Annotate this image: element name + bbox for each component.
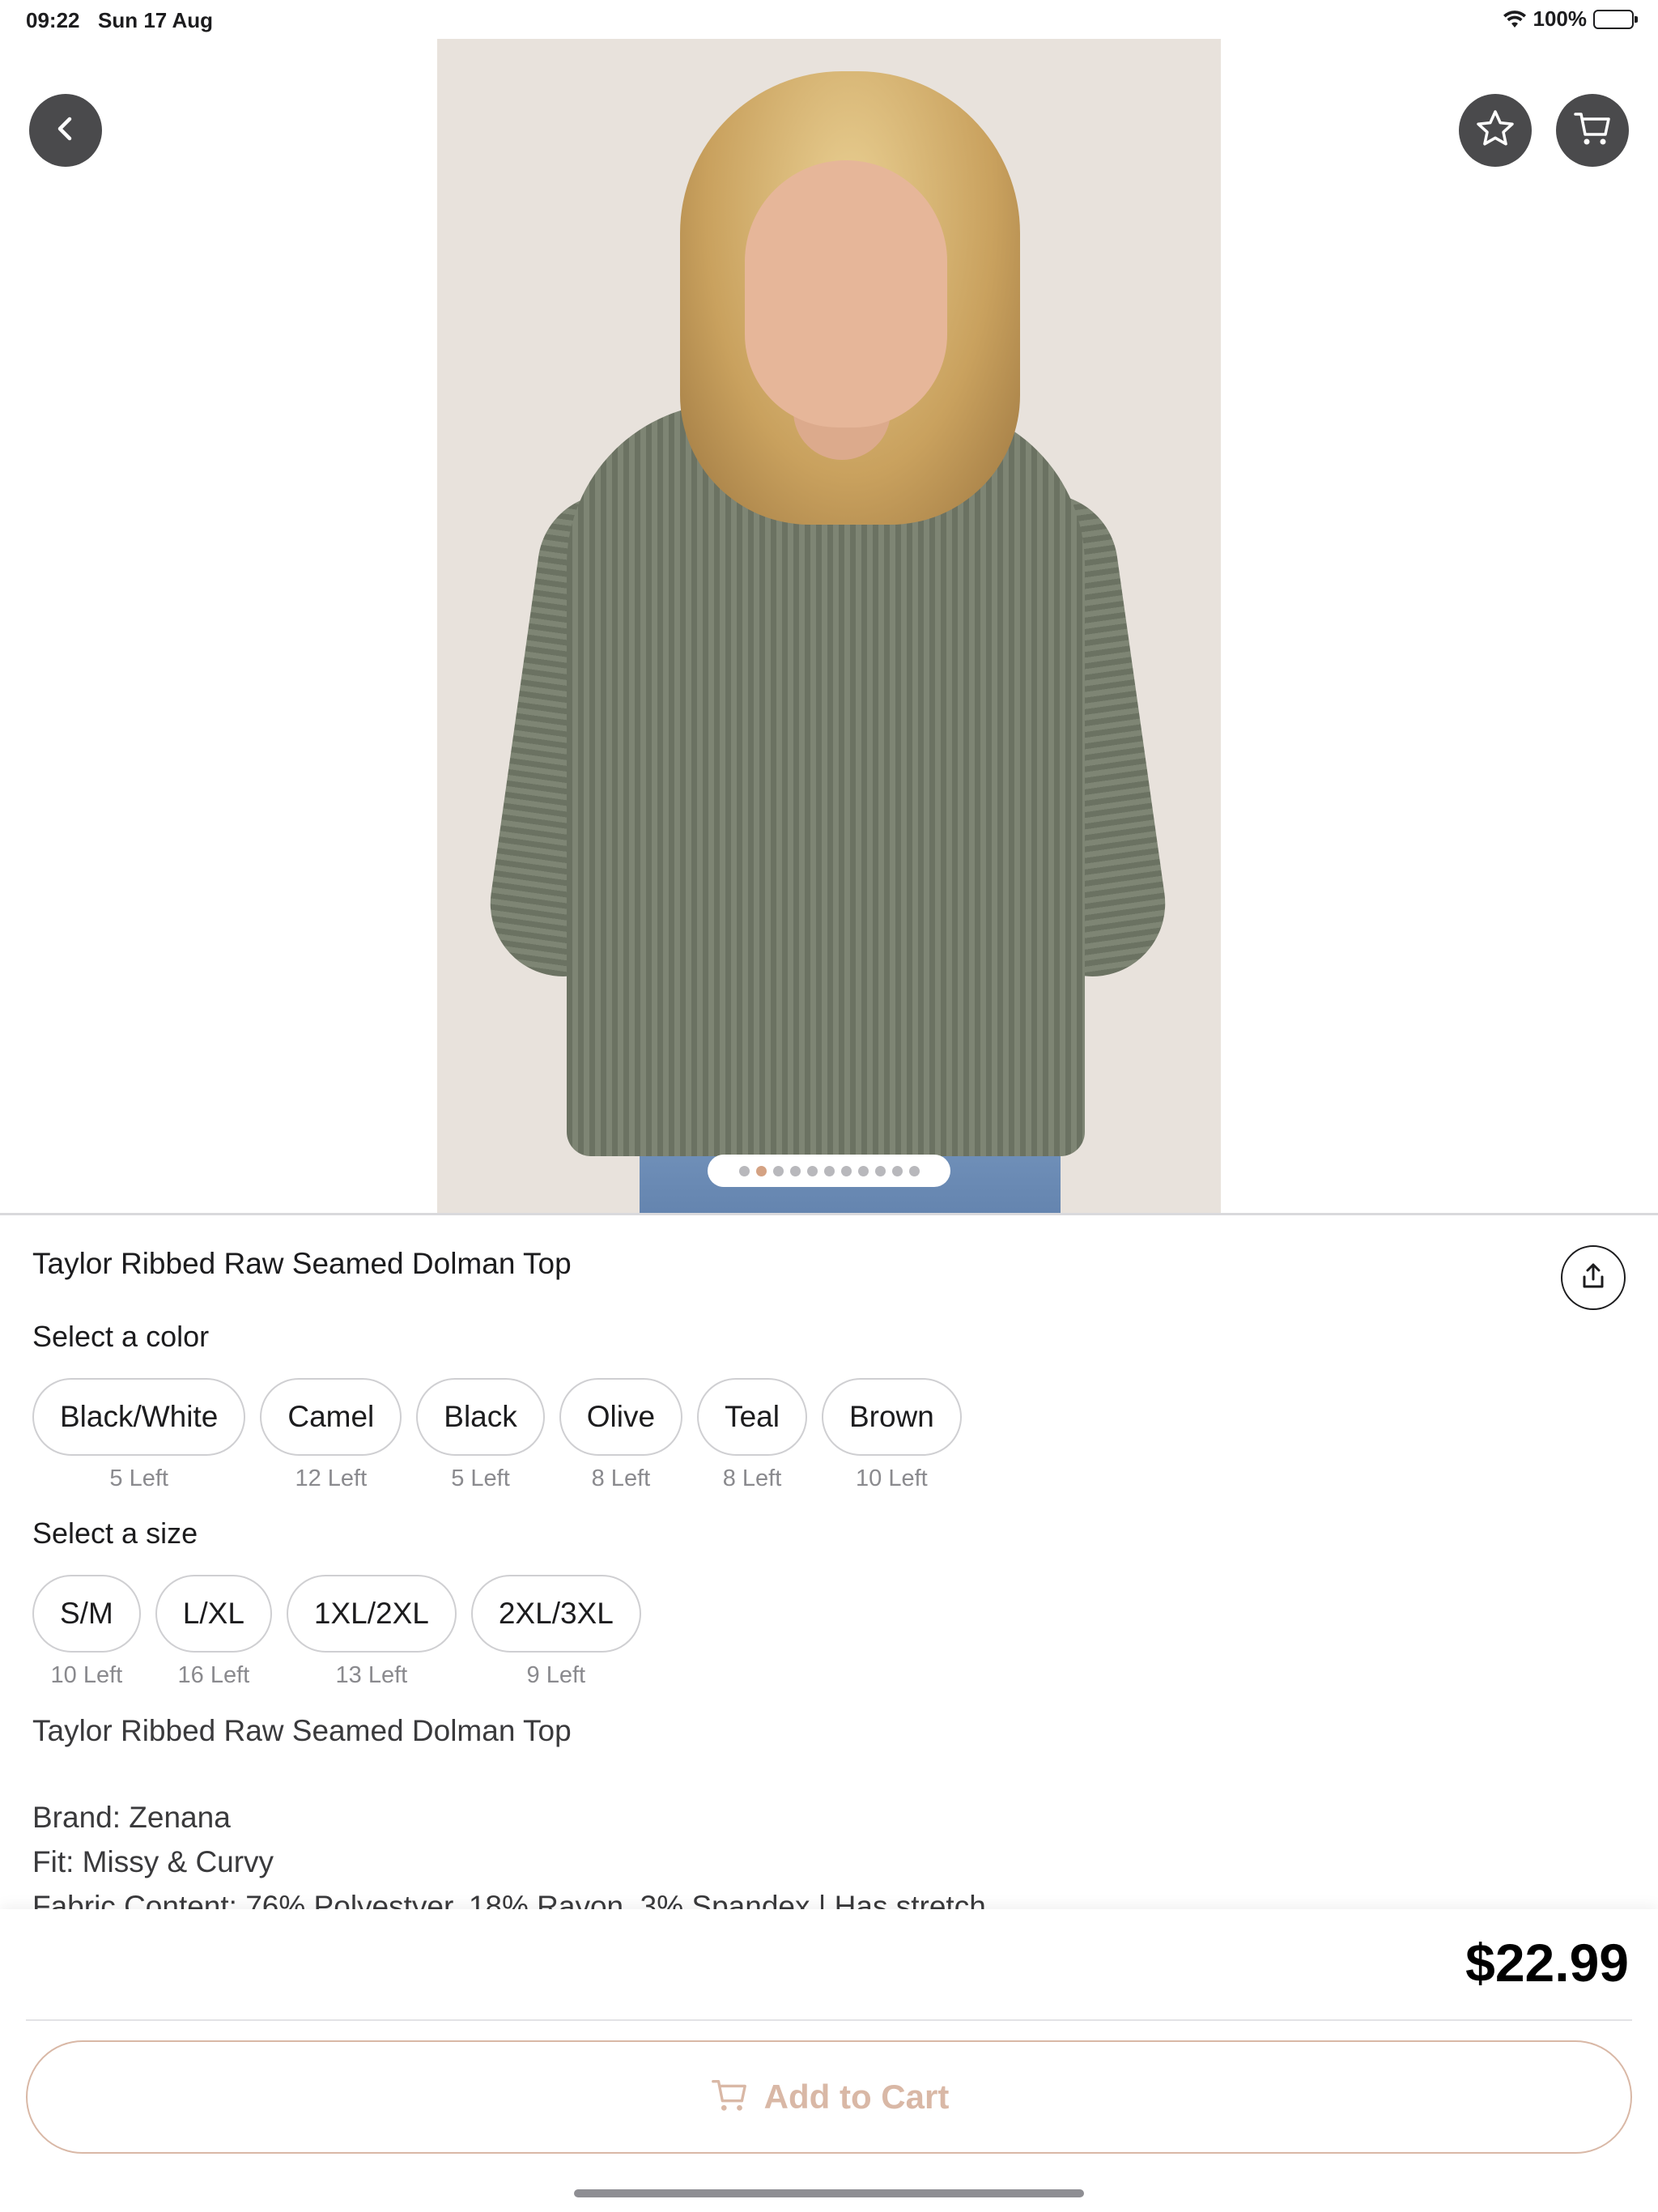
status-bar: 09:22 Sun 17 Aug 100% [0,0,1658,39]
product-title: Taylor Ribbed Raw Seamed Dolman Top [32,1247,572,1280]
color-options: Black/White 5 Left Camel 12 Left Black 5… [32,1378,962,1492]
photo-face [745,160,947,428]
size-option: 2XL/3XL 9 Left [470,1575,641,1689]
gallery-dot[interactable] [874,1165,886,1176]
product-description: Taylor Ribbed Raw Seamed Dolman Top Bran… [32,1708,1619,1911]
gallery-dot[interactable] [772,1165,784,1176]
share-button[interactable] [1561,1245,1626,1310]
description-brand: Brand: Zenana [32,1801,231,1834]
size-option: S/M 10 Left [32,1575,141,1689]
stock-count: 8 Left [722,1465,782,1491]
color-option: Camel 12 Left [260,1378,402,1492]
description-fabric: Fabric Content: 76% Polyestyer, 18% Rayo… [32,1890,986,1911]
product-photo[interactable] [437,39,1221,1213]
stock-count: 16 Left [177,1662,250,1688]
stock-count: 8 Left [591,1465,651,1491]
share-icon [1579,1261,1608,1295]
color-chip-black[interactable]: Black [416,1378,545,1456]
status-time: 09:22 [26,8,80,32]
description-heading: Taylor Ribbed Raw Seamed Dolman Top [32,1714,572,1747]
gallery-dot[interactable] [908,1165,920,1176]
cart-button[interactable] [1556,94,1629,167]
status-date: Sun 17 Aug [98,8,214,32]
size-chip-1xl-2xl[interactable]: 1XL/2XL [286,1575,457,1653]
stock-count: 10 Left [50,1662,123,1688]
cart-icon [709,2075,750,2120]
size-chip-s-m[interactable]: S/M [32,1575,141,1653]
wifi-icon [1503,10,1527,29]
gallery-dot[interactable] [857,1165,869,1176]
battery-percentage: 100% [1533,6,1588,31]
color-option: Black 5 Left [416,1378,545,1492]
color-option: Olive 8 Left [559,1378,683,1492]
chevron-left-icon [49,113,82,149]
description-fit: Fit: Missy & Curvy [32,1845,274,1878]
cart-icon [1571,108,1613,154]
select-color-label: Select a color [32,1320,210,1353]
color-option: Teal 8 Left [697,1378,807,1492]
color-chip-camel[interactable]: Camel [260,1378,402,1456]
select-size-label: Select a size [32,1516,198,1550]
stock-count: 12 Left [295,1465,368,1491]
checkout-bar: $22.99 Add to Cart [0,1909,1658,2212]
size-chip-2xl-3xl[interactable]: 2XL/3XL [470,1575,641,1653]
home-indicator[interactable] [574,2189,1084,2197]
color-chip-teal[interactable]: Teal [697,1378,807,1456]
size-options: S/M 10 Left L/XL 16 Left 1XL/2XL 13 Left… [32,1575,641,1689]
product-gallery[interactable] [0,39,1658,1213]
color-chip-black-white[interactable]: Black/White [32,1378,246,1456]
stock-count: 5 Left [109,1465,168,1491]
gallery-page-indicator[interactable] [708,1155,950,1187]
gallery-dot[interactable] [755,1165,767,1176]
gallery-divider [0,1213,1658,1215]
status-indicators: 100% [1503,6,1638,32]
color-chip-olive[interactable]: Olive [559,1378,683,1456]
favorite-button[interactable] [1459,94,1532,167]
size-option: 1XL/2XL 13 Left [286,1575,457,1689]
size-option: L/XL 16 Left [155,1575,272,1689]
product-price: $22.99 [1465,1933,1629,1993]
star-icon [1474,108,1516,154]
add-to-cart-button[interactable]: Add to Cart [26,2040,1632,2154]
gallery-dot[interactable] [738,1165,750,1176]
back-button[interactable] [29,94,102,167]
gallery-dot[interactable] [840,1165,852,1176]
gallery-dot[interactable] [789,1165,801,1176]
gallery-dot[interactable] [806,1165,818,1176]
stock-count: 5 Left [451,1465,510,1491]
color-chip-brown[interactable]: Brown [821,1378,962,1456]
size-chip-l-xl[interactable]: L/XL [155,1575,272,1653]
stock-count: 9 Left [526,1662,586,1688]
gallery-dot[interactable] [823,1165,835,1176]
gallery-dot[interactable] [891,1165,903,1176]
color-option: Brown 10 Left [821,1378,962,1492]
battery-icon [1593,9,1638,29]
add-to-cart-label: Add to Cart [763,2078,950,2116]
color-option: Black/White 5 Left [32,1378,246,1492]
checkout-divider [26,2019,1632,2021]
stock-count: 13 Left [335,1662,408,1688]
stock-count: 10 Left [856,1465,928,1491]
